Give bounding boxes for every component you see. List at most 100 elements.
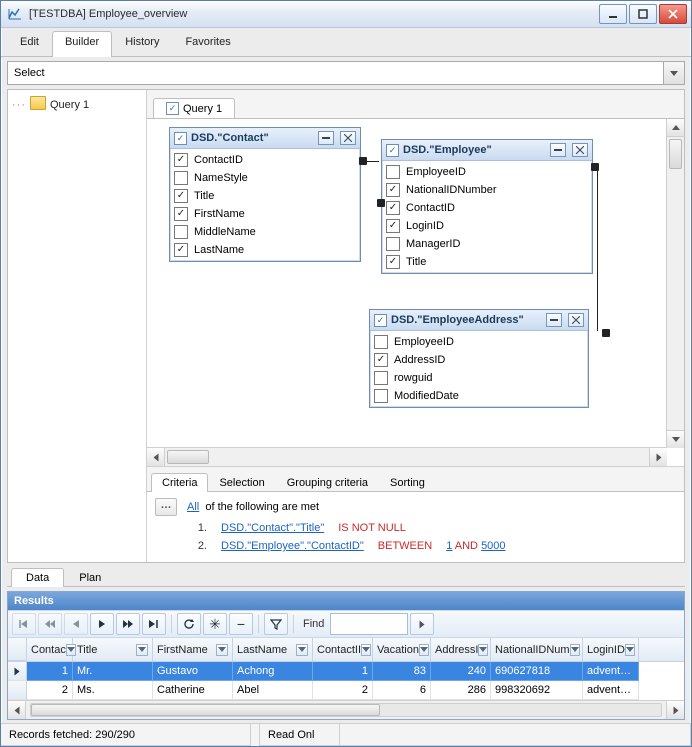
field-checkbox[interactable] (174, 207, 188, 221)
grid-hscrollbar[interactable] (8, 700, 684, 719)
field-checkbox[interactable] (374, 335, 388, 349)
criteria-value[interactable]: 5000 (481, 540, 505, 552)
table-box-contact[interactable]: DSD."Contact"ContactIDNameStyleTitleFirs… (169, 127, 361, 262)
field-row[interactable]: ContactID (174, 151, 356, 169)
minimize-button[interactable] (599, 4, 627, 24)
grid-cell[interactable]: 240 (431, 662, 491, 681)
grid-cell[interactable]: 6 (373, 681, 431, 700)
column-header[interactable]: NationalIDNum (491, 638, 583, 661)
grid-cell[interactable]: 998320692 (491, 681, 583, 700)
find-input[interactable] (330, 613, 408, 635)
join-handle[interactable] (377, 199, 385, 207)
hscroll-thumb[interactable] (167, 450, 209, 464)
column-dropdown-button[interactable] (296, 644, 308, 656)
field-checkbox[interactable] (386, 219, 400, 233)
field-row[interactable]: rowguid (374, 369, 584, 387)
field-checkbox[interactable] (386, 183, 400, 197)
grid-cell[interactable]: 1 (27, 662, 73, 681)
field-checkbox[interactable] (374, 389, 388, 403)
column-header[interactable]: FirstName (153, 638, 233, 661)
find-go-button[interactable] (410, 613, 434, 635)
nav-prev-page-button[interactable] (38, 613, 62, 635)
criteria-field-link[interactable]: DSD."Employee"."ContactID" (221, 540, 364, 552)
main-tab-history[interactable]: History (112, 31, 172, 57)
lower-tab-plan[interactable]: Plan (64, 568, 116, 587)
refresh-button[interactable] (177, 613, 201, 635)
nav-next-button[interactable] (90, 613, 114, 635)
field-row[interactable]: EmployeeID (374, 333, 584, 351)
table-box-empaddr[interactable]: DSD."EmployeeAddress"EmployeeIDAddressID… (369, 309, 589, 408)
scroll-left-button[interactable] (147, 448, 165, 466)
field-checkbox[interactable] (386, 201, 400, 215)
canvas-vscrollbar[interactable] (666, 119, 684, 448)
criteria-operator[interactable]: IS NOT NULL (338, 522, 406, 534)
nav-prev-button[interactable] (64, 613, 88, 635)
field-row[interactable]: ManagerID (386, 235, 588, 253)
grid-cell[interactable]: 83 (373, 662, 431, 681)
scroll-right-button[interactable] (666, 701, 684, 719)
main-tab-edit[interactable]: Edit (7, 31, 52, 57)
main-tab-builder[interactable]: Builder (52, 31, 112, 57)
column-header[interactable]: AddressI (431, 638, 491, 661)
field-checkbox[interactable] (374, 353, 388, 367)
criteria-menu-button[interactable]: … (155, 498, 177, 516)
field-row[interactable]: NationalIDNumber (386, 181, 588, 199)
scroll-right-button[interactable] (649, 448, 667, 466)
column-header[interactable]: Contac (27, 638, 73, 661)
column-dropdown-button[interactable] (361, 644, 371, 656)
grid-cell[interactable]: 2 (27, 681, 73, 700)
grid-cell[interactable]: adventure (583, 662, 639, 681)
titlebar[interactable]: [TESTDBA] Employee_overview (1, 1, 691, 28)
grid-cell[interactable]: 2 (313, 681, 373, 700)
field-row[interactable]: FirstName (174, 205, 356, 223)
grid-cell[interactable]: Abel (233, 681, 313, 700)
grid-cell[interactable]: 690627818 (491, 662, 583, 681)
field-row[interactable]: ContactID (386, 199, 588, 217)
column-header[interactable]: Title (73, 638, 153, 661)
criteria-tab-criteria[interactable]: Criteria (151, 473, 208, 492)
column-dropdown-button[interactable] (216, 644, 228, 656)
field-checkbox[interactable] (174, 189, 188, 203)
field-row[interactable]: AddressID (374, 351, 584, 369)
grid-cell[interactable]: 286 (431, 681, 491, 700)
close-button[interactable] (659, 4, 687, 24)
column-dropdown-button[interactable] (419, 644, 429, 656)
join-handle[interactable] (602, 329, 610, 337)
vscroll-thumb[interactable] (669, 139, 682, 169)
grid-cell[interactable]: Gustavo (153, 662, 233, 681)
grid-cell[interactable]: adventure (583, 681, 639, 700)
grid-cell[interactable]: Catherine (153, 681, 233, 700)
close-table-button[interactable] (340, 131, 356, 145)
canvas-hscrollbar[interactable] (147, 447, 667, 466)
nav-last-button[interactable] (142, 613, 166, 635)
collapse-button[interactable] (546, 313, 562, 327)
scroll-left-button[interactable] (8, 701, 26, 719)
grid-cell[interactable]: Ms. (73, 681, 153, 700)
field-checkbox[interactable] (174, 153, 188, 167)
filter-button[interactable] (264, 613, 288, 635)
table-row[interactable]: 1Mr.GustavoAchong183240690627818adventur… (8, 662, 684, 681)
close-table-button[interactable] (572, 143, 588, 157)
field-checkbox[interactable] (386, 237, 400, 251)
hscroll-thumb[interactable] (31, 704, 380, 716)
criteria-value[interactable]: 1 (446, 540, 452, 552)
main-tab-favorites[interactable]: Favorites (172, 31, 243, 57)
criteria-field-link[interactable]: DSD."Contact"."Title" (221, 522, 324, 534)
criteria-all-link[interactable]: All (187, 501, 199, 513)
column-dropdown-button[interactable] (570, 644, 580, 656)
column-dropdown-button[interactable] (625, 644, 635, 656)
field-row[interactable]: Title (174, 187, 356, 205)
column-dropdown-button[interactable] (478, 644, 488, 656)
new-record-button[interactable]: ✳ (203, 613, 227, 635)
scroll-down-button[interactable] (667, 430, 684, 448)
lower-tab-data[interactable]: Data (11, 568, 64, 587)
collapse-button[interactable] (318, 131, 334, 145)
collapse-button[interactable] (550, 143, 566, 157)
field-row[interactable]: NameStyle (174, 169, 356, 187)
scroll-up-button[interactable] (667, 119, 684, 137)
criteria-tab-grouping-criteria[interactable]: Grouping criteria (276, 473, 379, 492)
grid-cell[interactable]: Achong (233, 662, 313, 681)
column-header[interactable]: ContactII (313, 638, 373, 661)
field-row[interactable]: ModifiedDate (374, 387, 584, 405)
field-row[interactable]: Title (386, 253, 588, 271)
